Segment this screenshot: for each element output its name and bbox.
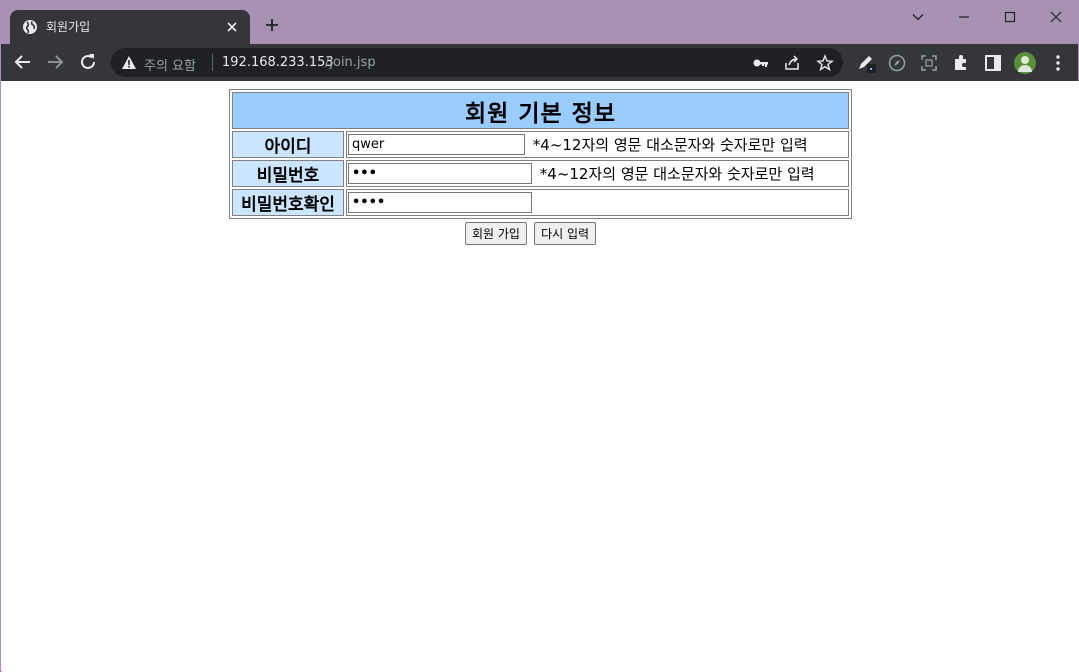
password-confirm-label: 비밀번호확인 — [232, 189, 344, 216]
security-status[interactable]: 주의 요함 — [144, 55, 196, 74]
address-bar[interactable]: 주의 요함 192.168.233.153 /join.jsp — [111, 48, 843, 77]
id-input[interactable] — [348, 134, 525, 155]
id-cell: *4~12자의 영문 대소문자와 숫자로만 입력 — [346, 131, 849, 158]
password-label: 비밀번호 — [232, 160, 344, 187]
divider — [212, 54, 213, 71]
browser-window: 회원가입 주의 요함 192.168.233.153 /join.jsp 회원 … — [0, 0, 1079, 672]
form-title: 회원 기본 정보 — [232, 92, 849, 129]
id-hint: *4~12자의 영문 대소문자와 숫자로만 입력 — [532, 136, 808, 154]
page-content: 회원 기본 정보 아이디 *4~12자의 영문 대소문자와 숫자로만 입력 비밀… — [2, 81, 1079, 672]
table-row: 비밀번호확인 — [232, 189, 849, 216]
tab-title: 회원가입 — [46, 20, 91, 34]
avatar[interactable] — [1014, 52, 1036, 74]
table-row: 아이디 *4~12자의 영문 대소문자와 숫자로만 입력 — [232, 131, 849, 158]
share-icon[interactable] — [783, 54, 801, 72]
star-icon[interactable] — [816, 54, 834, 72]
url-host[interactable]: 192.168.233.153 — [222, 55, 334, 70]
id-label: 아이디 — [232, 131, 344, 158]
warning-icon[interactable] — [121, 55, 137, 70]
join-form-table: 회원 기본 정보 아이디 *4~12자의 영문 대소문자와 숫자로만 입력 비밀… — [229, 89, 852, 219]
password-confirm-cell — [346, 189, 849, 216]
key-icon[interactable] — [752, 54, 770, 72]
back-icon[interactable] — [11, 50, 35, 74]
table-row: 비밀번호 *4~12자의 영문 대소문자와 숫자로만 입력 — [232, 160, 849, 187]
forward-icon[interactable] — [43, 50, 67, 74]
password-cell: *4~12자의 영문 대소문자와 숫자로만 입력 — [346, 160, 849, 187]
browser-tab[interactable]: 회원가입 — [10, 10, 250, 44]
sidepanel-icon[interactable] — [983, 53, 1003, 73]
puzzle-icon[interactable] — [951, 53, 971, 73]
password-input[interactable] — [348, 163, 532, 184]
browser-toolbar: 주의 요함 192.168.233.153 /join.jsp — [1, 44, 1078, 81]
tab-strip: 회원가입 — [1, 1, 1078, 44]
pen-icon[interactable] — [856, 53, 876, 73]
reload-icon[interactable] — [76, 50, 100, 74]
chevron-down-icon[interactable] — [895, 3, 941, 31]
reset-button[interactable]: 다시 입력 — [534, 222, 597, 245]
close-icon[interactable] — [224, 19, 240, 35]
plus-icon[interactable] — [261, 14, 283, 36]
kebab-menu-icon[interactable] — [1048, 53, 1068, 73]
password-confirm-input[interactable] — [348, 192, 532, 213]
password-hint: *4~12자의 영문 대소문자와 숫자로만 입력 — [539, 165, 815, 183]
url-path[interactable]: /join.jsp — [325, 55, 376, 70]
form-buttons: 회원 가입 다시 입력 — [465, 222, 598, 245]
screenshot-icon[interactable] — [919, 53, 939, 73]
maximize-icon[interactable] — [987, 3, 1033, 31]
minimize-icon[interactable] — [941, 3, 987, 31]
globe-icon — [23, 20, 37, 34]
compass-icon[interactable] — [887, 53, 907, 73]
window-close-icon[interactable] — [1033, 3, 1079, 31]
submit-button[interactable]: 회원 가입 — [465, 222, 527, 245]
